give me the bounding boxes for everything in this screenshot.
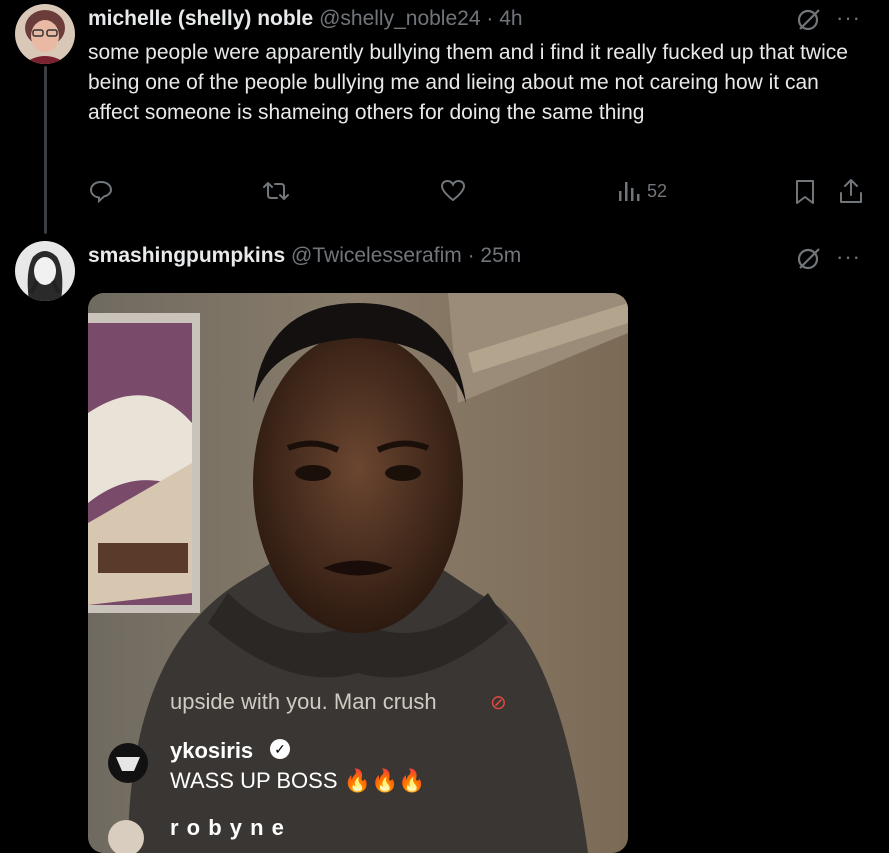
more-icon[interactable]: ··· bbox=[836, 7, 861, 29]
tweet-header: michelle (shelly) noble @shelly_noble24 … bbox=[88, 6, 523, 32]
share-icon bbox=[840, 179, 862, 203]
bookmark-icon bbox=[796, 180, 814, 204]
verified-icon: ✓ bbox=[270, 739, 290, 759]
comment-username: ykosiris bbox=[170, 738, 254, 763]
tweet-header: smashingpumpkins @Twicelesserafim · 25m bbox=[88, 243, 521, 269]
display-name[interactable]: smashingpumpkins bbox=[88, 244, 285, 267]
reply-button[interactable] bbox=[89, 179, 113, 203]
no-entry-icon: ⊘ bbox=[490, 692, 507, 714]
avatar[interactable] bbox=[15, 4, 75, 64]
fire-icon: 🔥🔥🔥 bbox=[343, 768, 426, 793]
share-button[interactable] bbox=[838, 177, 864, 205]
grok-icon[interactable] bbox=[796, 6, 822, 32]
separator: · bbox=[467, 244, 475, 267]
video-caption: upside with you. Man crush bbox=[170, 689, 437, 714]
views-button[interactable]: 52 bbox=[617, 179, 667, 203]
retweet-icon bbox=[263, 182, 289, 200]
handle[interactable]: @Twicelesserafim bbox=[291, 244, 462, 267]
separator: · bbox=[486, 7, 494, 30]
tweet-media-video[interactable]: upside with you. Man crush ⊘ ykosiris ✓ … bbox=[88, 293, 628, 853]
grok-icon[interactable] bbox=[796, 245, 822, 271]
handle[interactable]: @shelly_noble24 bbox=[319, 7, 480, 30]
timestamp[interactable]: 4h bbox=[499, 7, 522, 30]
more-icon[interactable]: ··· bbox=[836, 246, 861, 268]
bookmark-button[interactable] bbox=[794, 179, 816, 205]
tweet-text: some people were apparently bullying the… bbox=[88, 41, 848, 124]
timestamp[interactable]: 25m bbox=[480, 244, 521, 267]
thread-line bbox=[44, 66, 47, 234]
retweet-button[interactable] bbox=[262, 179, 290, 203]
comment-username: r o b y n e bbox=[170, 815, 285, 840]
avatar[interactable] bbox=[15, 241, 75, 301]
reply-icon bbox=[89, 180, 113, 203]
display-name[interactable]: michelle (shelly) noble bbox=[88, 7, 313, 30]
like-icon bbox=[440, 179, 466, 202]
tweet-1[interactable]: michelle (shelly) noble @shelly_noble24 … bbox=[0, 0, 889, 240]
comment-text: WASS UP BOSS 🔥🔥🔥 bbox=[170, 768, 426, 793]
views-count: 52 bbox=[647, 180, 668, 201]
views-icon bbox=[619, 182, 640, 201]
like-button[interactable] bbox=[440, 179, 466, 203]
